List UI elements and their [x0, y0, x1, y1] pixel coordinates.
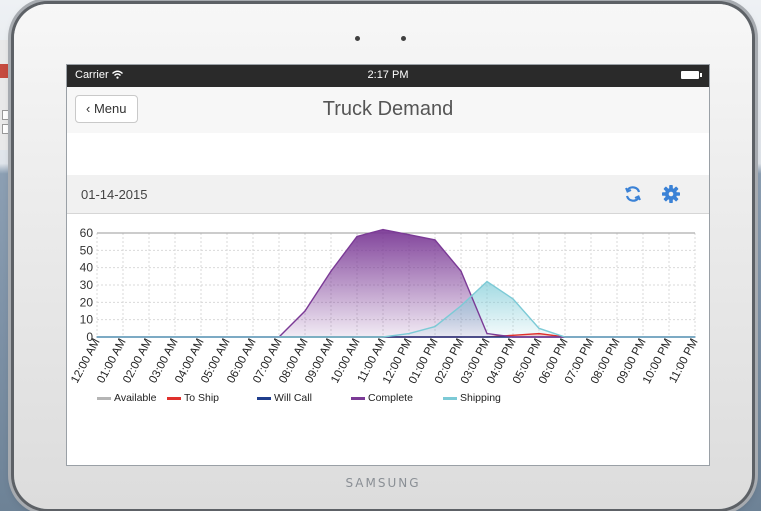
legend-label: Will Call [274, 392, 312, 404]
app-screen: Carrier 2:17 PM ‹ Menu Truck Demand 01-1… [66, 64, 710, 466]
data-point [434, 239, 436, 241]
data-point [382, 336, 384, 338]
y-tick-label: 30 [80, 278, 94, 292]
legend-label: Complete [368, 392, 413, 404]
legend-swatch [351, 397, 365, 400]
y-tick-label: 10 [80, 313, 94, 327]
page-title: Truck Demand [322, 98, 454, 120]
menu-back-button[interactable]: ‹ Menu [75, 95, 138, 123]
y-tick-label: 40 [80, 261, 94, 275]
legend-item: Complete [351, 392, 413, 404]
data-point [512, 298, 514, 300]
legend-swatch [443, 397, 457, 400]
data-point [590, 336, 592, 338]
data-point [460, 270, 462, 272]
data-point [148, 336, 150, 338]
tablet-device: SAMSUNG Carrier 2:17 PM ‹ Menu Truck Dem… [14, 4, 752, 509]
legend-label: To Ship [184, 392, 219, 404]
series-area [97, 229, 695, 337]
data-point [486, 332, 488, 335]
data-point [226, 336, 228, 338]
data-point [486, 336, 488, 338]
legend-item: Will Call [257, 392, 312, 404]
legend-swatch [97, 397, 111, 400]
navigation-bar: ‹ Menu Truck Demand [67, 87, 709, 134]
legend-item: Shipping [443, 392, 501, 404]
menu-back-label: Menu [93, 101, 127, 116]
data-point [434, 326, 436, 328]
data-point [408, 336, 410, 338]
refresh-icon[interactable] [623, 184, 643, 204]
data-point [642, 336, 644, 338]
legend-item: Available [97, 392, 157, 404]
front-camera [401, 36, 406, 41]
data-point [408, 332, 410, 335]
empty-panel [67, 133, 709, 176]
data-point [486, 280, 488, 283]
device-brand: SAMSUNG [345, 476, 421, 490]
data-point [174, 336, 176, 338]
gear-icon[interactable] [661, 184, 681, 204]
battery-icon [681, 71, 702, 79]
front-sensor [355, 36, 360, 41]
data-point [538, 327, 540, 329]
data-point [512, 334, 514, 336]
status-bar: Carrier 2:17 PM [67, 65, 709, 87]
background-decoration [2, 124, 12, 134]
data-point [356, 235, 358, 238]
data-point [304, 310, 306, 312]
data-point [330, 336, 332, 338]
y-tick-label: 50 [80, 243, 94, 257]
data-point [408, 234, 410, 236]
data-point [434, 336, 436, 338]
data-point [616, 336, 618, 338]
data-point [122, 336, 124, 338]
date-label: 01-14-2015 [81, 187, 148, 202]
background-decoration [2, 110, 12, 120]
chart-canvas: 010203040506012:00 AM01:00 AM02:00 AM03:… [69, 226, 700, 404]
y-tick-label: 20 [80, 295, 94, 309]
data-point [460, 305, 462, 307]
data-point [252, 336, 254, 338]
background-decoration [0, 64, 10, 78]
status-time: 2:17 PM [367, 69, 409, 81]
data-point [668, 336, 670, 338]
data-point [356, 336, 358, 338]
data-point [460, 336, 462, 338]
y-tick-label: 60 [80, 226, 94, 240]
legend-label: Available [114, 392, 157, 404]
legend-swatch [257, 397, 271, 400]
data-point [694, 336, 696, 338]
legend-item: To Ship [167, 392, 219, 404]
data-point [564, 336, 566, 338]
data-point [96, 336, 98, 338]
data-point [304, 336, 306, 338]
legend-label: Shipping [460, 392, 501, 404]
data-point [278, 336, 280, 338]
legend-swatch [167, 397, 181, 400]
date-toolbar: 01-14-2015 [67, 175, 709, 214]
data-point [512, 336, 514, 338]
data-point [382, 228, 384, 231]
truck-demand-chart: 0 10 20 30 40 50 60 12:00 AM 01:00 AM 02:00 AM 03:… [67, 213, 709, 465]
data-point [200, 336, 202, 338]
data-point [538, 336, 540, 338]
data-point [330, 270, 332, 272]
chevron-left-icon: ‹ [86, 101, 91, 116]
data-point [538, 332, 540, 335]
